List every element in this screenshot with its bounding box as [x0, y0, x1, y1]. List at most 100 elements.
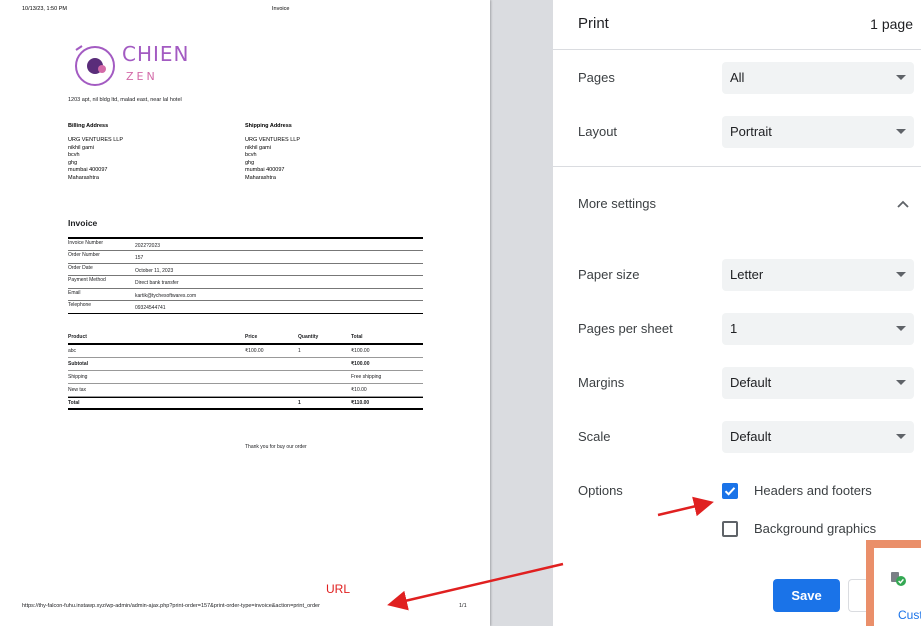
table-row: Email kartik@tychesoftwares.com [68, 289, 423, 301]
products-table: Product Price Quantity Total abc ₹100.00… [68, 330, 423, 410]
table-row: Order Date October 11, 2023 [68, 264, 423, 277]
extension-check-icon [891, 572, 906, 586]
page-footer-url: https://thy-falcon-fuhu.instawp.xyz/wp-a… [22, 603, 320, 609]
table-cell: Subtotal [68, 361, 88, 367]
page-header-date: 10/13/23, 1:50 PM [22, 6, 67, 12]
shipping-line: mumbai 400097 [245, 167, 285, 174]
table-cell: New tax [68, 387, 87, 393]
invoice-key: Order Date [68, 264, 93, 271]
more-settings-toggle[interactable]: More settings [578, 196, 656, 211]
options-label: Options [578, 483, 623, 498]
pages-select[interactable]: All [722, 62, 914, 94]
invoice-value: 157 [135, 255, 144, 262]
shipping-line: bcvh [245, 152, 257, 159]
print-title: Print [578, 15, 609, 32]
table-row: Order Number 157 [68, 251, 423, 264]
checkmark-icon [724, 487, 736, 496]
divider [553, 166, 921, 167]
table-row: Payment Method Direct bank transfer [68, 276, 423, 289]
shipping-address: Shipping Address URG VENTURES LLP nikhil… [245, 123, 300, 182]
invoice-heading: Invoice [68, 218, 98, 228]
thank-you-note: Thank you for buy our order [245, 444, 307, 450]
margins-select[interactable]: Default [722, 367, 914, 399]
table-cell: Free shipping [351, 374, 382, 380]
scale-select[interactable]: Default [722, 421, 914, 453]
table-row: Telephone 09324544741 [68, 301, 423, 313]
pages-per-sheet-select[interactable]: 1 [722, 313, 914, 345]
billing-line: Maharashtra [68, 174, 99, 181]
column-header: Product [68, 333, 87, 340]
billing-line: ghg [68, 159, 78, 166]
table-row: Subtotal ₹100.00 [68, 358, 423, 371]
invoice-value: 2022?2023 [135, 243, 161, 249]
headers-footers-label[interactable]: Headers and footers [754, 483, 872, 498]
dropdown-caret-icon [896, 326, 906, 331]
layout-value: Portrait [730, 124, 772, 139]
invoice-value: October 11, 2023 [135, 267, 174, 274]
shipping-line: Maharashtra [245, 174, 276, 181]
pages-per-sheet-value: 1 [730, 321, 738, 336]
column-header: Quantity [298, 333, 319, 340]
shipping-title: Shipping Address [245, 123, 292, 129]
table-cell: ₹10.00 [351, 387, 367, 393]
invoice-key: Telephone [68, 301, 92, 308]
logo-brand-text: CHIEN [122, 42, 190, 66]
print-settings-panel: Print 1 page Pages All Layout Portrait M… [553, 0, 921, 626]
background-graphics-checkbox[interactable] [722, 521, 738, 537]
page-footer-number: 1/1 [459, 603, 467, 609]
billing-line: URG VENTURES LLP [68, 137, 124, 144]
annotation-url-label: URL [326, 582, 351, 596]
invoice-value: 09324544741 [135, 304, 166, 311]
save-button[interactable]: Save [773, 579, 840, 612]
page-header-title: Invoice [272, 6, 290, 12]
layout-select[interactable]: Portrait [722, 116, 914, 148]
paper-size-select[interactable]: Letter [722, 259, 914, 291]
paper-size-label: Paper size [578, 267, 640, 282]
scale-label: Scale [578, 429, 611, 444]
table-header-row: Product Price Quantity Total [68, 330, 423, 345]
logo-sub-text: ZEN [126, 70, 158, 83]
dropdown-caret-icon [896, 434, 906, 439]
shipping-line: ghg [245, 159, 255, 166]
billing-line: mumbai 400097 [68, 167, 108, 174]
divider [553, 49, 921, 50]
table-row: abc ₹100.00 1 ₹100.00 [68, 345, 423, 358]
table-row: Invoice Number 2022?2023 [68, 239, 423, 252]
preview-page: 10/13/23, 1:50 PM Invoice CHIEN ZEN 1203… [0, 0, 490, 626]
invoice-key: Order Number [68, 252, 100, 259]
pages-per-sheet-label: Pages per sheet [578, 321, 673, 336]
invoice-key: Invoice Number [68, 240, 104, 246]
shipping-line: URG VENTURES LLP [245, 137, 301, 144]
table-cell: ₹100.00 [245, 348, 264, 354]
chevron-up-icon[interactable] [895, 196, 911, 212]
store-address: 1203 apt, nil bldg ltd, malad east, near… [68, 97, 182, 103]
store-logo: CHIEN ZEN [72, 42, 189, 90]
margins-value: Default [730, 375, 772, 390]
scale-value: Default [730, 429, 772, 444]
pages-label: Pages [578, 70, 615, 85]
dropdown-caret-icon [896, 380, 906, 385]
table-cell: 1 [298, 400, 301, 406]
table-cell: ₹100.00 [351, 348, 370, 354]
invoice-details-table: Invoice Number 2022?2023 Order Number 157 … [68, 237, 423, 315]
background-graphics-label[interactable]: Background graphics [754, 521, 876, 536]
dropdown-caret-icon [896, 75, 906, 80]
layout-label: Layout [578, 124, 618, 139]
headers-footers-checkbox[interactable] [722, 483, 738, 499]
popup-link-text[interactable]: Cust [898, 608, 921, 622]
table-cell: ₹100.00 [351, 361, 370, 367]
dropdown-caret-icon [896, 129, 906, 134]
shipping-line: nikhil gami [245, 144, 271, 151]
table-cell: Shipping [68, 374, 88, 380]
logo-mark-icon [75, 45, 115, 86]
billing-address: Billing Address URG VENTURES LLP nikhil … [68, 123, 123, 182]
page-count: 1 page [870, 16, 913, 32]
dropdown-caret-icon [896, 272, 906, 277]
invoice-value: Direct bank transfer [135, 280, 179, 287]
table-cell: abc [68, 348, 77, 354]
table-row: Total 1 ₹110.00 [68, 397, 423, 410]
pages-value: All [730, 70, 745, 85]
invoice-key: Email [68, 289, 81, 296]
billing-line: bcvh [68, 152, 80, 159]
column-header: Total [351, 333, 363, 340]
